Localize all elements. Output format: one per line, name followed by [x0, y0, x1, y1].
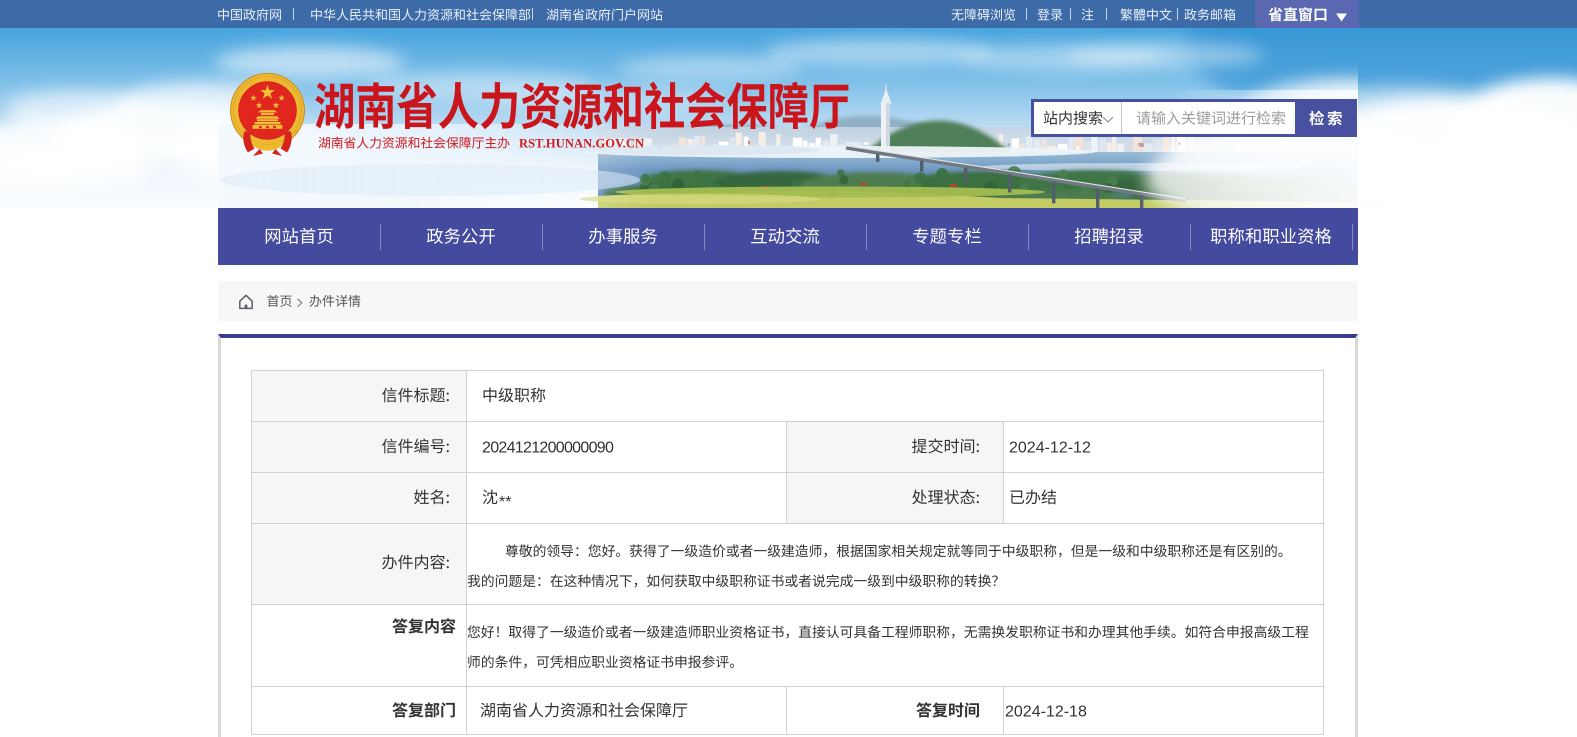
svg-text:2024-12-12: 2024-12-12 [1009, 440, 1091, 457]
svg-text:RST.HUNAN.GOV.CN: RST.HUNAN.GOV.CN [519, 137, 644, 151]
svg-text:2024121200000090: 2024121200000090 [482, 440, 614, 457]
svg-text:2024-12-18: 2024-12-18 [1005, 704, 1087, 721]
svg-text:**: ** [499, 494, 511, 511]
